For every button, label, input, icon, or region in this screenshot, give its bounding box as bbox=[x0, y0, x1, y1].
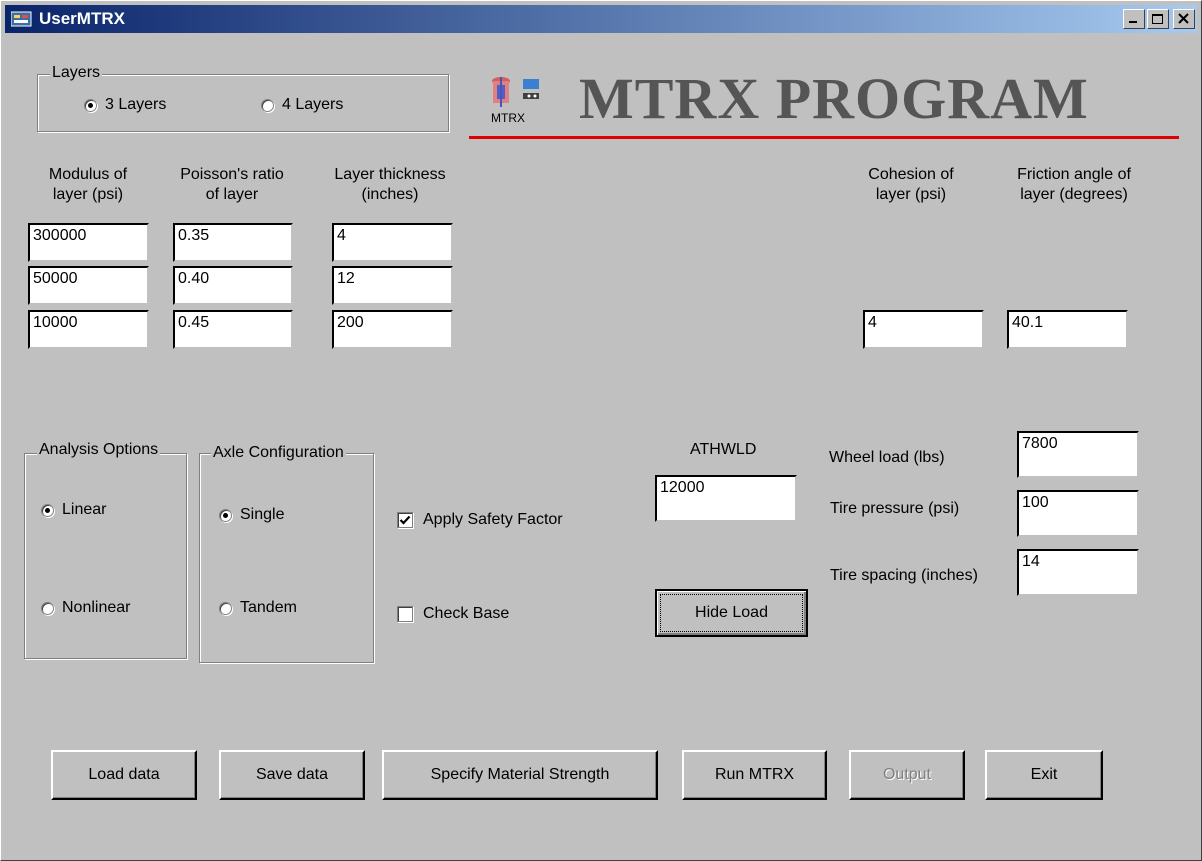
apply-safety-factor-checkbox[interactable]: Apply Safety Factor bbox=[397, 511, 563, 529]
poisson-header-line1: Poisson's ratio bbox=[180, 166, 284, 183]
radio-tandem[interactable]: Tandem bbox=[219, 599, 297, 617]
axle-configuration-group bbox=[199, 453, 374, 663]
axle-configuration-label: Axle Configuration bbox=[211, 444, 346, 462]
radio-linear-indicator[interactable] bbox=[41, 503, 54, 517]
cohesion-input[interactable] bbox=[863, 310, 984, 349]
minimize-button[interactable] bbox=[1123, 9, 1145, 29]
wheel-load-label: Wheel load (lbs) bbox=[829, 449, 945, 466]
modulus-header-line2: layer (psi) bbox=[52, 186, 124, 203]
radio-single-label: Single bbox=[240, 506, 285, 523]
poisson-header-line2: of layer bbox=[205, 186, 259, 203]
cohesion-header-line2: layer (psi) bbox=[875, 186, 947, 203]
tire-spacing-input[interactable] bbox=[1017, 549, 1139, 596]
logo-icon-label: MTRX bbox=[491, 111, 525, 125]
radio-nonlinear[interactable]: Nonlinear bbox=[41, 599, 130, 617]
friction-header: Friction angle of layer (degrees) bbox=[999, 165, 1149, 205]
modulus-header-line1: Modulus of bbox=[48, 166, 128, 183]
thickness-header-line1: Layer thickness bbox=[334, 166, 446, 183]
radio-3-layers-indicator[interactable] bbox=[84, 98, 97, 112]
maximize-icon bbox=[1152, 14, 1163, 24]
radio-linear-label: Linear bbox=[62, 501, 107, 518]
cohesion-header: Cohesion of layer (psi) bbox=[846, 165, 976, 205]
modulus-layer-3-input[interactable] bbox=[28, 310, 149, 349]
check-mark-icon bbox=[399, 515, 411, 525]
modulus-header: Modulus of layer (psi) bbox=[23, 165, 153, 205]
apply-safety-factor-label: Apply Safety Factor bbox=[423, 511, 563, 528]
radio-4-layers-label: 4 Layers bbox=[282, 96, 344, 113]
thickness-header-line2: (inches) bbox=[361, 186, 419, 203]
tire-pressure-input[interactable] bbox=[1017, 490, 1139, 537]
hide-load-button[interactable]: Hide Load bbox=[655, 589, 808, 637]
modulus-layer-2-input[interactable] bbox=[28, 266, 149, 305]
tire-spacing-label: Tire spacing (inches) bbox=[830, 567, 978, 584]
radio-linear[interactable]: Linear bbox=[41, 501, 106, 519]
wheel-load-input[interactable] bbox=[1017, 431, 1139, 478]
program-title: MTRX PROGRAM bbox=[579, 66, 1089, 131]
radio-3-layers[interactable]: 3 Layers bbox=[84, 96, 166, 114]
analysis-options-label: Analysis Options bbox=[37, 441, 161, 459]
cohesion-header-line1: Cohesion of bbox=[868, 166, 954, 183]
save-data-button[interactable]: Save data bbox=[219, 750, 365, 800]
poisson-layer-2-input[interactable] bbox=[173, 266, 293, 305]
main-window: UserMTRX Layers 3 Layers 4 Layers MTRX M… bbox=[0, 0, 1202, 861]
exit-button[interactable]: Exit bbox=[985, 750, 1103, 800]
athwld-input[interactable] bbox=[655, 475, 797, 522]
radio-single[interactable]: Single bbox=[219, 506, 284, 524]
friction-angle-input[interactable] bbox=[1007, 310, 1128, 349]
radio-4-layers[interactable]: 4 Layers bbox=[261, 96, 343, 114]
load-data-button[interactable]: Load data bbox=[51, 750, 197, 800]
thickness-layer-3-input[interactable] bbox=[332, 310, 453, 349]
poisson-layer-3-input[interactable] bbox=[173, 310, 293, 349]
radio-4-layers-indicator[interactable] bbox=[261, 98, 274, 112]
check-base-label: Check Base bbox=[423, 605, 510, 622]
radio-nonlinear-label: Nonlinear bbox=[62, 599, 131, 616]
radio-nonlinear-indicator[interactable] bbox=[41, 601, 54, 615]
poisson-layer-1-input[interactable] bbox=[173, 223, 293, 262]
radio-tandem-label: Tandem bbox=[240, 599, 297, 616]
check-base-box[interactable] bbox=[397, 606, 413, 622]
apply-safety-factor-box[interactable] bbox=[397, 512, 413, 528]
radio-3-layers-label: 3 Layers bbox=[105, 96, 167, 113]
tire-pressure-label: Tire pressure (psi) bbox=[830, 500, 960, 517]
title-underline bbox=[469, 136, 1179, 139]
minimize-icon bbox=[1129, 21, 1137, 23]
run-mtrx-button[interactable]: Run MTRX bbox=[682, 750, 827, 800]
thickness-header: Layer thickness (inches) bbox=[319, 165, 461, 205]
check-base-checkbox[interactable]: Check Base bbox=[397, 605, 509, 623]
poisson-header: Poisson's ratio of layer bbox=[167, 165, 297, 205]
maximize-button[interactable] bbox=[1147, 9, 1169, 29]
friction-header-line1: Friction angle of bbox=[1017, 166, 1131, 183]
thickness-layer-2-input[interactable] bbox=[332, 266, 453, 305]
title-bar[interactable]: UserMTRX bbox=[5, 5, 1197, 33]
thickness-layer-1-input[interactable] bbox=[332, 223, 453, 262]
radio-single-indicator[interactable] bbox=[219, 508, 232, 522]
close-icon bbox=[1178, 13, 1189, 24]
radio-tandem-indicator[interactable] bbox=[219, 601, 232, 615]
modulus-layer-1-input[interactable] bbox=[28, 223, 149, 262]
close-button[interactable] bbox=[1173, 9, 1195, 29]
window-title: UserMTRX bbox=[39, 9, 125, 28]
athwld-label: ATHWLD bbox=[690, 441, 757, 458]
app-icon[interactable] bbox=[10, 10, 33, 28]
friction-header-line2: layer (degrees) bbox=[1020, 186, 1128, 203]
analysis-options-group bbox=[24, 453, 187, 659]
layers-group-label: Layers bbox=[50, 64, 103, 82]
output-button[interactable]: Output bbox=[849, 750, 965, 800]
specify-material-strength-button[interactable]: Specify Material Strength bbox=[382, 750, 658, 800]
